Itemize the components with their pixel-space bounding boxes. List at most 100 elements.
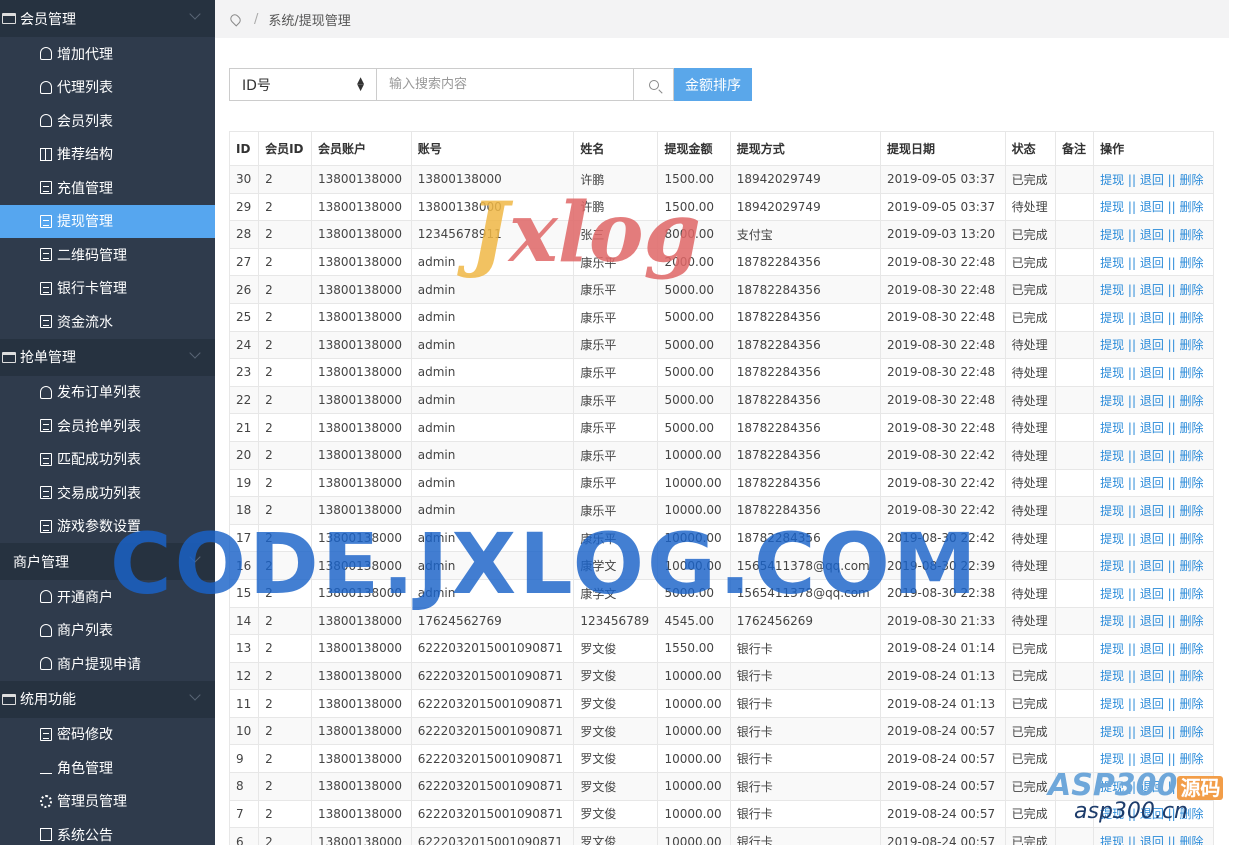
sidebar-item[interactable]: 增加代理 — [0, 37, 215, 71]
sidebar-item[interactable]: 管理员管理 — [0, 785, 215, 819]
withdraw-link[interactable]: 提现 — [1100, 449, 1124, 463]
sidebar-item[interactable]: 游戏参数设置 — [0, 510, 215, 544]
delete-link[interactable]: 删除 — [1180, 256, 1204, 270]
sidebar-group[interactable]: 抢单管理 — [0, 338, 215, 376]
withdraw-link[interactable]: 提现 — [1100, 697, 1124, 711]
delete-link[interactable]: 删除 — [1180, 366, 1204, 380]
delete-link[interactable]: 删除 — [1180, 697, 1204, 711]
return-link[interactable]: 退回 — [1140, 780, 1164, 794]
return-link[interactable]: 退回 — [1140, 559, 1164, 573]
return-link[interactable]: 退回 — [1140, 449, 1164, 463]
return-link[interactable]: 退回 — [1140, 476, 1164, 490]
delete-link[interactable]: 删除 — [1180, 421, 1204, 435]
sidebar-item[interactable]: 资金流水 — [0, 305, 215, 339]
withdraw-link[interactable]: 提现 — [1100, 725, 1124, 739]
sort-by-amount-button[interactable]: 金额排序 — [674, 68, 752, 101]
withdraw-link[interactable]: 提现 — [1100, 311, 1124, 325]
sidebar-group[interactable]: 统用功能 — [0, 680, 215, 718]
return-link[interactable]: 退回 — [1140, 807, 1164, 821]
return-link[interactable]: 退回 — [1140, 338, 1164, 352]
sidebar-item[interactable]: 系统公告 — [0, 818, 215, 845]
withdraw-link[interactable]: 提现 — [1100, 587, 1124, 601]
delete-link[interactable]: 删除 — [1180, 173, 1204, 187]
sidebar-item[interactable]: 角色管理 — [0, 751, 215, 785]
withdraw-link[interactable]: 提现 — [1100, 256, 1124, 270]
withdraw-link[interactable]: 提现 — [1100, 283, 1124, 297]
withdraw-link[interactable]: 提现 — [1100, 366, 1124, 380]
withdraw-link[interactable]: 提现 — [1100, 421, 1124, 435]
withdraw-link[interactable]: 提现 — [1100, 835, 1124, 845]
return-link[interactable]: 退回 — [1140, 532, 1164, 546]
delete-link[interactable]: 删除 — [1180, 200, 1204, 214]
return-link[interactable]: 退回 — [1140, 366, 1164, 380]
delete-link[interactable]: 删除 — [1180, 835, 1204, 845]
return-link[interactable]: 退回 — [1140, 642, 1164, 656]
return-link[interactable]: 退回 — [1140, 835, 1164, 845]
withdraw-link[interactable]: 提现 — [1100, 394, 1124, 408]
delete-link[interactable]: 删除 — [1180, 807, 1204, 821]
return-link[interactable]: 退回 — [1140, 228, 1164, 242]
sidebar-item[interactable]: 商户提现申请 — [0, 647, 215, 681]
sidebar-item[interactable]: 代理列表 — [0, 71, 215, 105]
delete-link[interactable]: 删除 — [1180, 476, 1204, 490]
withdraw-link[interactable]: 提现 — [1100, 200, 1124, 214]
return-link[interactable]: 退回 — [1140, 614, 1164, 628]
delete-link[interactable]: 删除 — [1180, 532, 1204, 546]
sidebar-item[interactable]: 银行卡管理 — [0, 272, 215, 306]
delete-link[interactable]: 删除 — [1180, 669, 1204, 683]
sidebar-item[interactable]: 匹配成功列表 — [0, 443, 215, 477]
delete-link[interactable]: 删除 — [1180, 394, 1204, 408]
sidebar-group[interactable]: 商户管理 — [0, 543, 215, 580]
sidebar-group[interactable]: 会员管理 — [0, 0, 215, 37]
withdraw-link[interactable]: 提现 — [1100, 614, 1124, 628]
search-button[interactable] — [634, 68, 674, 101]
delete-link[interactable]: 删除 — [1180, 228, 1204, 242]
withdraw-link[interactable]: 提现 — [1100, 173, 1124, 187]
sidebar-item[interactable]: 开通商户 — [0, 580, 215, 614]
return-link[interactable]: 退回 — [1140, 421, 1164, 435]
return-link[interactable]: 退回 — [1140, 587, 1164, 601]
return-link[interactable]: 退回 — [1140, 697, 1164, 711]
delete-link[interactable]: 删除 — [1180, 642, 1204, 656]
sidebar-item[interactable]: 密码修改 — [0, 718, 215, 752]
return-link[interactable]: 退回 — [1140, 200, 1164, 214]
delete-link[interactable]: 删除 — [1180, 752, 1204, 766]
return-link[interactable]: 退回 — [1140, 394, 1164, 408]
sidebar-item[interactable]: 推荐结构 — [0, 138, 215, 172]
search-field-select[interactable]: ID号 ▲ ▼ — [229, 68, 377, 101]
search-input[interactable] — [377, 68, 634, 101]
delete-link[interactable]: 删除 — [1180, 725, 1204, 739]
withdraw-link[interactable]: 提现 — [1100, 807, 1124, 821]
withdraw-link[interactable]: 提现 — [1100, 669, 1124, 683]
delete-link[interactable]: 删除 — [1180, 283, 1204, 297]
sidebar-item[interactable]: 会员列表 — [0, 104, 215, 138]
withdraw-link[interactable]: 提现 — [1100, 780, 1124, 794]
return-link[interactable]: 退回 — [1140, 504, 1164, 518]
sidebar-item[interactable]: 发布订单列表 — [0, 376, 215, 410]
sidebar-item[interactable]: 二维码管理 — [0, 238, 215, 272]
withdraw-link[interactable]: 提现 — [1100, 532, 1124, 546]
withdraw-link[interactable]: 提现 — [1100, 559, 1124, 573]
withdraw-link[interactable]: 提现 — [1100, 752, 1124, 766]
delete-link[interactable]: 删除 — [1180, 311, 1204, 325]
withdraw-link[interactable]: 提现 — [1100, 504, 1124, 518]
sidebar-item[interactable]: 会员抢单列表 — [0, 409, 215, 443]
return-link[interactable]: 退回 — [1140, 725, 1164, 739]
delete-link[interactable]: 删除 — [1180, 614, 1204, 628]
delete-link[interactable]: 删除 — [1180, 449, 1204, 463]
withdraw-link[interactable]: 提现 — [1100, 476, 1124, 490]
return-link[interactable]: 退回 — [1140, 283, 1164, 297]
sidebar-item[interactable]: 交易成功列表 — [0, 476, 215, 510]
sidebar-item[interactable]: 充值管理 — [0, 171, 215, 205]
return-link[interactable]: 退回 — [1140, 752, 1164, 766]
return-link[interactable]: 退回 — [1140, 256, 1164, 270]
delete-link[interactable]: 删除 — [1180, 504, 1204, 518]
return-link[interactable]: 退回 — [1140, 669, 1164, 683]
return-link[interactable]: 退回 — [1140, 311, 1164, 325]
return-link[interactable]: 退回 — [1140, 173, 1164, 187]
delete-link[interactable]: 删除 — [1180, 559, 1204, 573]
withdraw-link[interactable]: 提现 — [1100, 642, 1124, 656]
withdraw-link[interactable]: 提现 — [1100, 338, 1124, 352]
delete-link[interactable]: 删除 — [1180, 587, 1204, 601]
sidebar-item[interactable]: 提现管理 — [0, 204, 215, 238]
